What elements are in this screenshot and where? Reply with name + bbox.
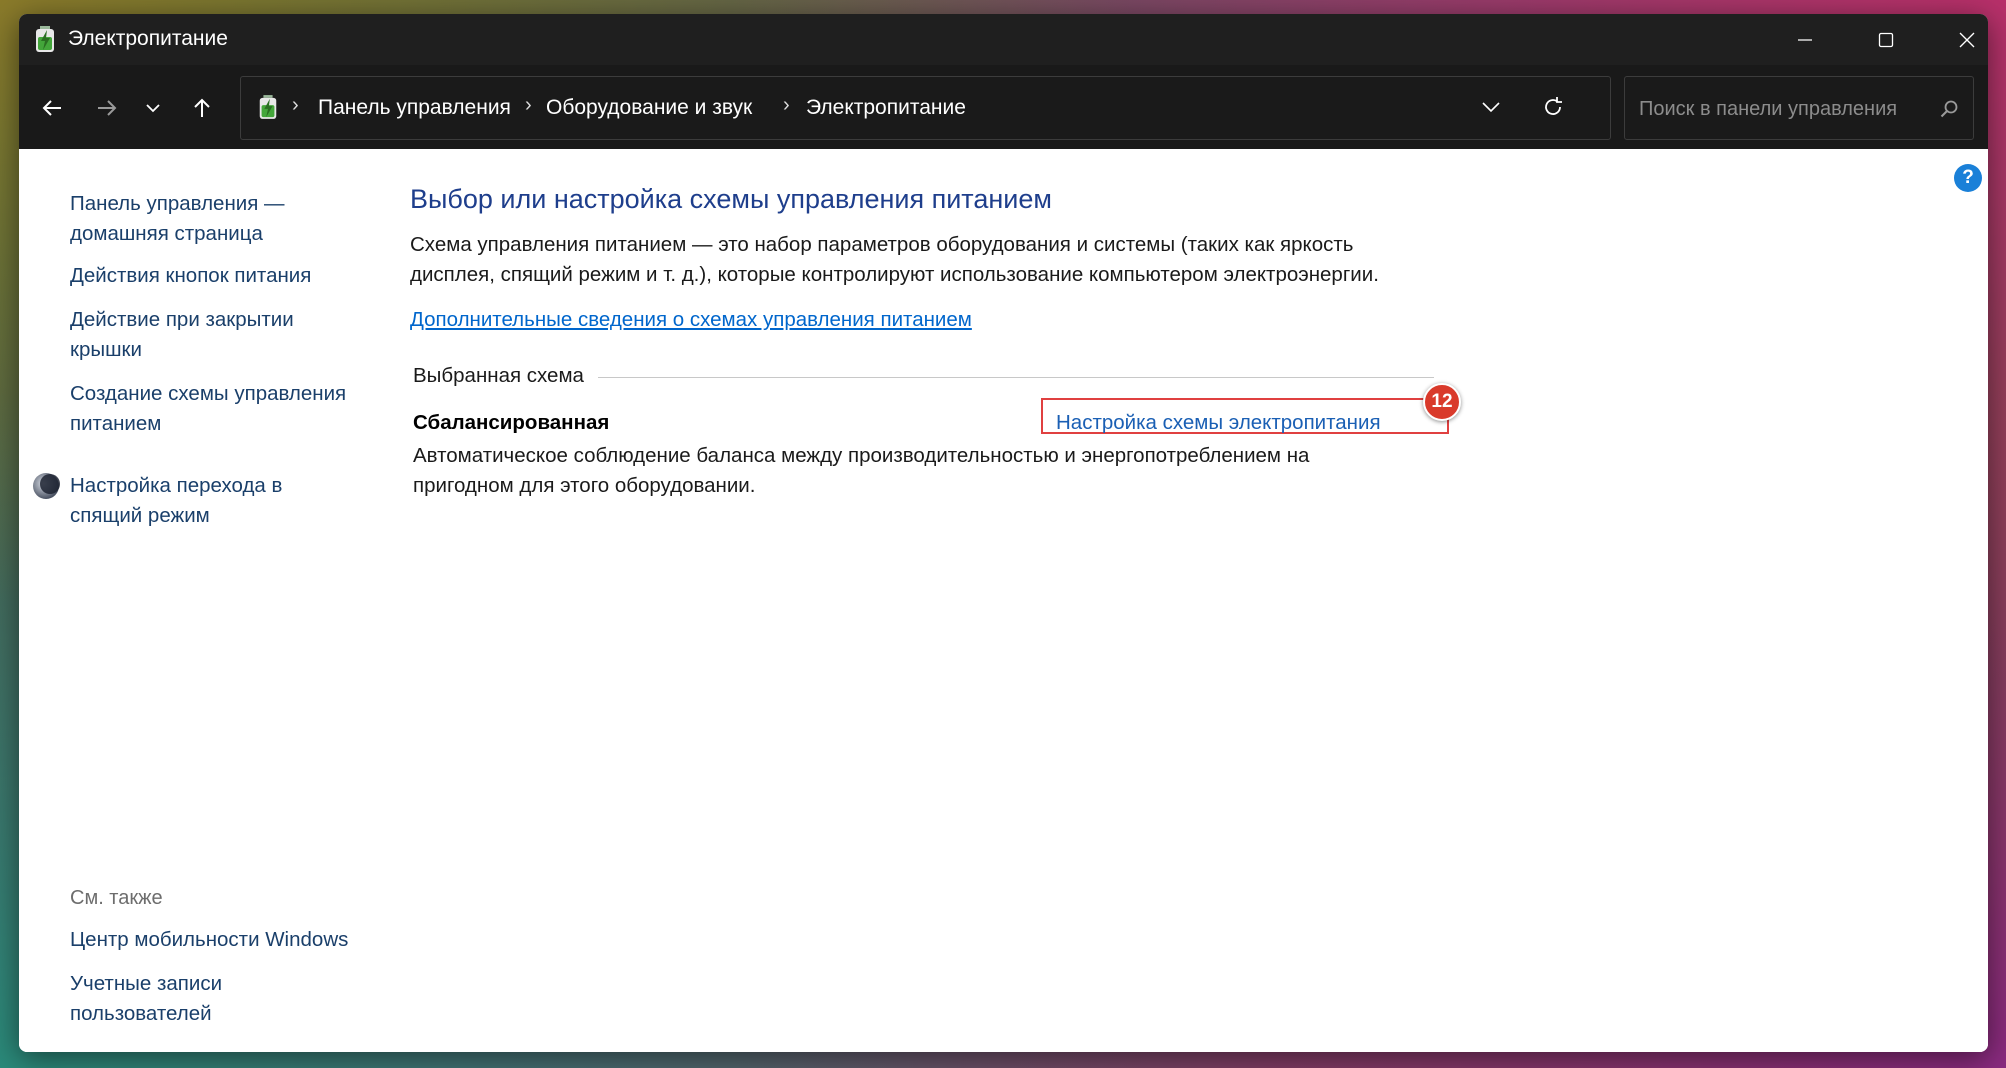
sidebar-link-create-plan[interactable]: Создание схемы управления питанием <box>70 379 346 439</box>
content-area: ? Панель управления — домашняя страница … <box>19 149 1988 1052</box>
plan-settings-link[interactable]: Настройка схемы электропитания <box>1056 411 1381 435</box>
maximize-icon <box>1878 32 1894 47</box>
search-input[interactable]: Поиск в панели управления <box>1639 98 1897 121</box>
sidebar-link-sleep[interactable]: Настройка перехода в спящий режим <box>70 471 282 531</box>
address-history-button[interactable] <box>1481 97 1505 121</box>
see-also-user-accounts[interactable]: Учетные записи пользователей <box>70 969 222 1029</box>
chevron-down-icon <box>1482 102 1500 113</box>
selected-plan-label: Выбранная схема <box>413 364 584 387</box>
page-description: Схема управления питанием — это набор па… <box>410 233 1379 286</box>
breadcrumb-separator: › <box>292 94 299 116</box>
address-bar[interactable]: › Панель управления › Оборудование и зву… <box>240 76 1611 140</box>
breadcrumb-separator: › <box>525 94 532 116</box>
sleep-moon-icon <box>33 473 60 499</box>
plan-name[interactable]: Сбалансированная <box>413 411 609 435</box>
battery-icon <box>259 95 277 119</box>
refresh-icon <box>1545 97 1562 115</box>
title-bar: Электропитание <box>19 14 1988 65</box>
back-button[interactable] <box>31 87 73 129</box>
group-divider <box>598 377 1434 378</box>
sidebar-link-lid-close[interactable]: Действие при закрытии крышки <box>70 305 294 365</box>
arrow-right-icon <box>98 100 117 116</box>
minimize-icon <box>1798 38 1812 41</box>
sidebar-link-power-buttons[interactable]: Действия кнопок питания <box>70 261 311 291</box>
minimize-button[interactable] <box>1764 14 1846 65</box>
maximize-button[interactable] <box>1845 14 1927 65</box>
see-also-heading: См. также <box>70 887 163 909</box>
see-also-mobility-center[interactable]: Центр мобильности Windows <box>70 925 348 955</box>
breadcrumb-power-options[interactable]: Электропитание <box>806 96 966 120</box>
close-button[interactable] <box>1926 14 1988 65</box>
search-icon <box>1940 100 1958 118</box>
up-button[interactable] <box>181 87 223 129</box>
plan-description: Автоматическое соблюдение баланса между … <box>413 444 1310 497</box>
refresh-button[interactable] <box>1542 96 1566 120</box>
help-button[interactable]: ? <box>1954 164 1982 192</box>
more-info-link[interactable]: Дополнительные сведения о схемах управле… <box>410 308 972 332</box>
breadcrumb-hardware-sound[interactable]: Оборудование и звук <box>546 96 752 120</box>
sidebar-link-home[interactable]: Панель управления — домашняя страница <box>70 189 285 249</box>
step-number-badge: 12 <box>1423 383 1461 421</box>
breadcrumb-control-panel[interactable]: Панель управления <box>318 96 511 120</box>
search-box[interactable]: Поиск в панели управления <box>1624 76 1974 140</box>
forward-button[interactable] <box>86 87 128 129</box>
control-panel-window: Электропитание › Панель управления › Обо… <box>19 14 1988 1052</box>
arrow-up-icon <box>194 98 210 117</box>
page-title: Выбор или настройка схемы управления пит… <box>410 184 1052 214</box>
battery-app-icon <box>36 26 54 52</box>
navigation-bar: › Панель управления › Оборудование и зву… <box>19 65 1988 149</box>
recent-locations-button[interactable] <box>132 87 174 129</box>
window-title: Электропитание <box>68 27 228 50</box>
arrow-left-icon <box>42 100 61 116</box>
breadcrumb-separator: › <box>783 94 790 116</box>
chevron-down-icon <box>146 104 160 113</box>
close-icon <box>1959 32 1975 47</box>
